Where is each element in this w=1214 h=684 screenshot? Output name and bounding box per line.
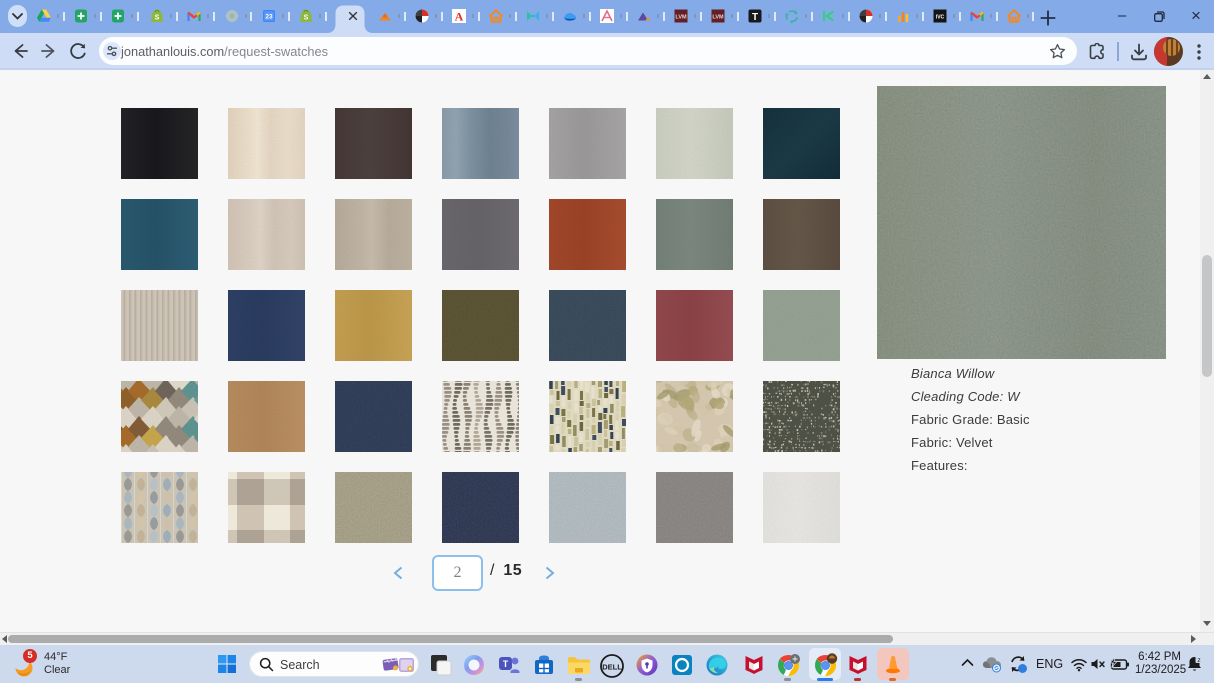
svg-text:A: A [455,10,464,24]
svg-text:T: T [752,12,758,23]
svg-text:T: T [503,659,509,669]
svg-text:LVM: LVM [712,15,724,21]
svg-text:S: S [155,15,160,22]
svg-text:S: S [304,15,309,22]
svg-text:23: 23 [265,14,273,21]
svg-text:z: z [1197,657,1200,664]
svg-text:DELL: DELL [602,663,622,672]
svg-text:IVC: IVC [936,15,945,21]
svg-text:LVM: LVM [675,15,687,21]
